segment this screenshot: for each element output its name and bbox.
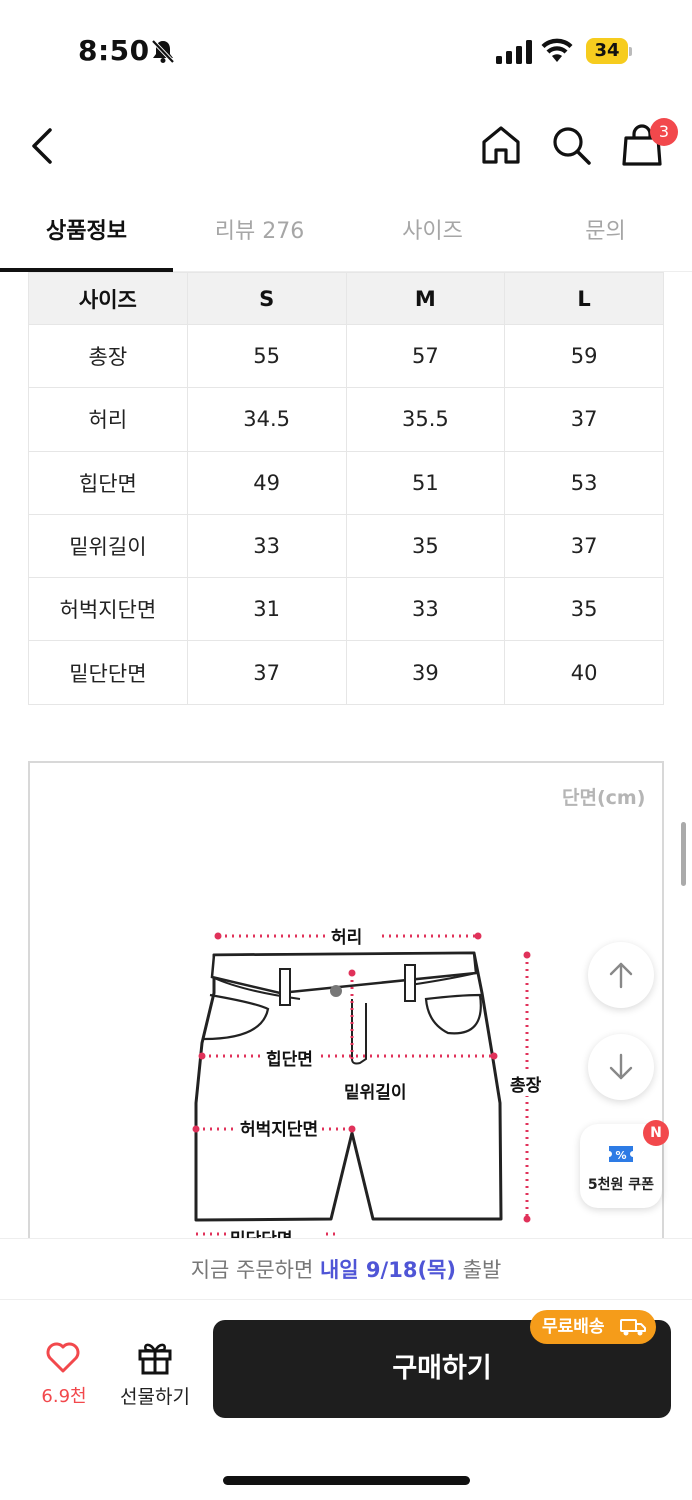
delivery-suffix: 출발 <box>455 1258 502 1282</box>
table-row: 허리 34.5 35.5 37 <box>28 387 664 452</box>
diagram-label-rise: 밑위길이 <box>340 1078 411 1103</box>
signal-icon <box>496 40 532 64</box>
home-icon[interactable] <box>478 122 524 168</box>
home-indicator <box>223 1476 470 1485</box>
scrollbar[interactable] <box>681 822 686 886</box>
top-nav: 3 <box>0 100 692 196</box>
table-cell: 35.5 <box>345 387 506 452</box>
tab-reviews[interactable]: 리뷰 276 <box>173 196 346 272</box>
table-row: 총장 55 57 59 <box>28 323 664 389</box>
table-cell: 37 <box>504 513 664 579</box>
table-cell: 37 <box>186 640 347 705</box>
row-label: 허리 <box>28 387 188 452</box>
status-bar: 8:50 34 <box>0 0 692 100</box>
diagram-label-hip: 힙단면 <box>262 1045 317 1070</box>
arrow-down-icon <box>609 1053 633 1080</box>
table-row: 허벅지단면 31 33 35 <box>28 577 664 642</box>
battery-indicator: 34 <box>586 38 632 64</box>
coupon-icon: % <box>609 1146 633 1162</box>
table-row: 힙단면 49 51 53 <box>28 450 664 515</box>
bottom-action-bar: 6.9천 선물하기 구매하기 무료배송 <box>0 1300 692 1500</box>
product-tabs: 상품정보 리뷰 276 사이즈 문의 <box>0 196 692 272</box>
header-cell: M <box>345 272 506 325</box>
battery-level: 34 <box>586 38 628 64</box>
tab-size[interactable]: 사이즈 <box>346 196 519 272</box>
row-label: 총장 <box>28 323 188 389</box>
table-cell: 37 <box>504 387 664 452</box>
svg-text:%: % <box>615 1149 626 1162</box>
wifi-icon <box>541 38 573 62</box>
table-row: 밑위길이 33 35 37 <box>28 513 664 579</box>
table-cell: 53 <box>504 450 664 515</box>
table-cell: 35 <box>345 513 506 579</box>
table-cell: 33 <box>186 513 347 579</box>
delivery-date: 내일 9/18(목) <box>319 1258 456 1282</box>
row-label: 허벅지단면 <box>28 577 188 642</box>
table-cell: 57 <box>345 323 506 389</box>
header-cell: 사이즈 <box>28 272 188 325</box>
table-cell: 51 <box>345 450 506 515</box>
table-cell: 33 <box>345 577 506 642</box>
row-label: 밑위길이 <box>28 513 188 579</box>
status-time: 8:50 <box>78 34 150 67</box>
scroll-up-button[interactable] <box>588 942 654 1008</box>
tab-inquiry[interactable]: 문의 <box>519 196 692 272</box>
coupon-new-badge: N <box>643 1120 669 1146</box>
diagram-label-thigh: 허벅지단면 <box>236 1115 323 1140</box>
table-cell: 35 <box>504 577 664 642</box>
gift-button-label[interactable]: 선물하기 <box>112 1382 198 1409</box>
free-shipping-label: 무료배송 <box>542 1317 605 1337</box>
free-shipping-badge: 무료배송 <box>530 1310 656 1344</box>
delivery-info: 지금 주문하면 내일 9/18(목) 출발 <box>0 1238 692 1300</box>
size-diagram: 단면(cm) 허리 힙단면 밑위길이 허벅지단면 총장 <box>28 761 664 1261</box>
header-cell: S <box>186 272 347 325</box>
like-count: 6.9천 <box>41 1386 87 1407</box>
header-cell: L <box>504 272 664 325</box>
table-cell: 31 <box>186 577 347 642</box>
arrow-up-icon <box>609 962 633 989</box>
table-cell: 49 <box>186 450 347 515</box>
size-table: 사이즈 S M L 총장 55 57 59 허리 34.5 35.5 37 힙단… <box>28 272 664 705</box>
size-table-header: 사이즈 S M L <box>28 272 664 325</box>
battery-tip <box>629 47 632 56</box>
table-cell: 40 <box>504 640 664 705</box>
table-cell: 34.5 <box>186 387 347 452</box>
back-icon[interactable] <box>24 124 60 168</box>
bell-mute-icon <box>151 39 175 64</box>
search-icon[interactable] <box>548 122 594 168</box>
coupon-label: 5천원 쿠폰 <box>587 1177 655 1193</box>
heart-icon[interactable] <box>45 1340 81 1374</box>
delivery-prefix: 지금 주문하면 <box>190 1258 320 1282</box>
diagram-label-waist: 허리 <box>327 923 367 948</box>
scroll-down-button[interactable] <box>588 1034 654 1100</box>
table-cell: 55 <box>186 323 347 389</box>
row-label: 밑단단면 <box>28 640 188 705</box>
tab-product-info[interactable]: 상품정보 <box>0 196 173 272</box>
truck-icon <box>620 1319 646 1336</box>
table-row: 밑단단면 37 39 40 <box>28 640 664 705</box>
diagram-label-length: 총장 <box>506 1071 546 1096</box>
table-cell: 59 <box>504 323 664 389</box>
table-cell: 39 <box>345 640 506 705</box>
shorts-illustration <box>192 932 531 1236</box>
row-label: 힙단면 <box>28 450 188 515</box>
cart-badge: 3 <box>650 118 678 146</box>
gift-icon[interactable] <box>136 1338 174 1376</box>
